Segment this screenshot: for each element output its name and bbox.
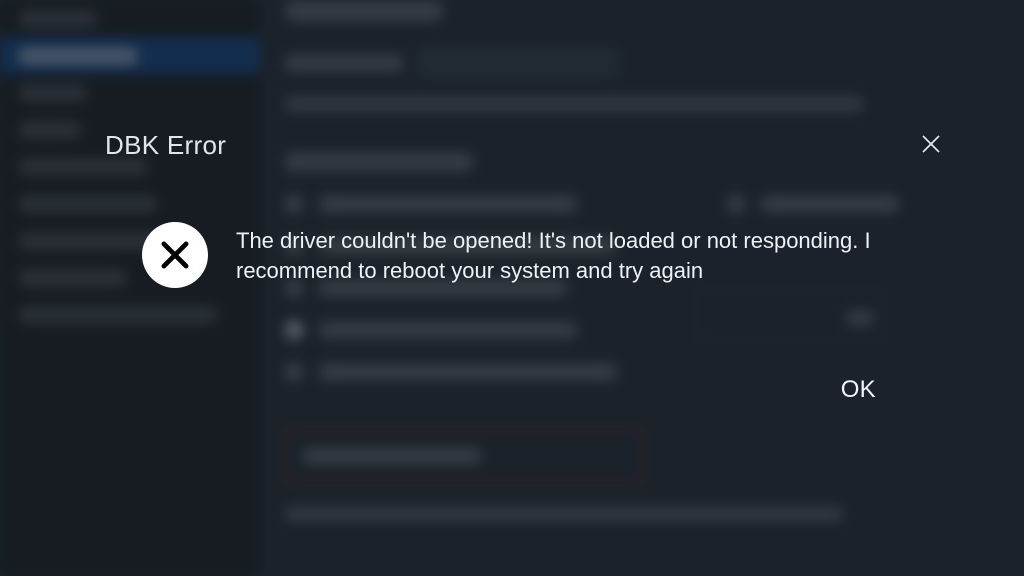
dialog-close-button[interactable] [913, 128, 949, 164]
close-icon [919, 132, 943, 161]
error-dialog: DBK Error The driver couldn't be opened!… [0, 0, 1024, 576]
dialog-message: The driver couldn't be opened! It's not … [236, 222, 934, 285]
error-icon [142, 222, 208, 288]
dialog-title: DBK Error [105, 130, 226, 161]
ok-button[interactable]: OK [823, 370, 894, 410]
